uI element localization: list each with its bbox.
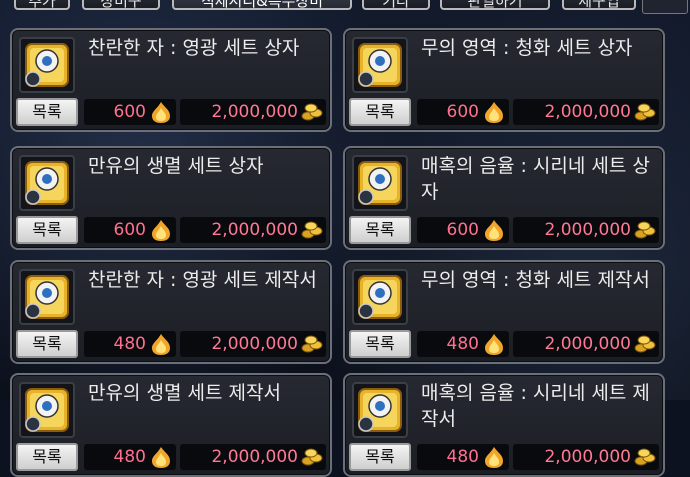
- list-button[interactable]: 목록: [16, 443, 78, 471]
- item-title: 무의 영역 : 청화 세트 상자: [421, 37, 633, 59]
- flame-point-icon: [485, 334, 503, 355]
- coins-price: 2,000,000: [180, 331, 326, 357]
- points-value: 480: [446, 447, 479, 467]
- category-tabs: 추가 장비구 직제시리&특수장비 기타 판열하기 제구입: [0, 0, 690, 14]
- list-button[interactable]: 목록: [16, 98, 78, 126]
- void-realm-recipe-icon: [352, 269, 408, 325]
- shop-item-card[interactable]: 매혹의 음율 : 시리네 세트 상자 목록 600 2,000,000: [343, 146, 665, 250]
- shop-item-card[interactable]: 무의 영역 : 청화 세트 상자 목록 600 2,000,000: [343, 28, 665, 132]
- all-life-set-box-icon: [19, 155, 75, 211]
- coins-icon: [634, 335, 656, 353]
- flame-point-icon: [485, 102, 503, 123]
- list-button[interactable]: 목록: [349, 330, 411, 358]
- coins-price: 2,000,000: [180, 99, 326, 125]
- points-value: 480: [113, 447, 146, 467]
- points-value: 600: [113, 102, 146, 122]
- points-price: 480: [417, 444, 509, 470]
- shop-item-card[interactable]: 만유의 생멸 세트 제작서 목록 480 2,000,000: [10, 373, 332, 477]
- list-button[interactable]: 목록: [349, 216, 411, 244]
- item-title: 찬란한 자 : 영광 세트 제작서: [88, 269, 317, 291]
- points-price: 600: [84, 217, 176, 243]
- shop-item-card[interactable]: 찬란한 자 : 영광 세트 제작서 목록 480 2,000,000: [10, 260, 332, 364]
- all-life-recipe-icon: [19, 382, 75, 438]
- tab-other[interactable]: 기타: [362, 0, 430, 10]
- tab-repurchase[interactable]: 제구입: [562, 0, 636, 10]
- list-button[interactable]: 목록: [349, 98, 411, 126]
- tab-sort[interactable]: 판열하기: [440, 0, 550, 10]
- coins-price: 2,000,000: [180, 217, 326, 243]
- coins-icon: [634, 448, 656, 466]
- coins-price: 2,000,000: [513, 331, 659, 357]
- flame-point-icon: [485, 220, 503, 241]
- tab-add[interactable]: 추가: [14, 0, 70, 10]
- coins-value: 2,000,000: [211, 447, 298, 467]
- points-value: 480: [446, 334, 479, 354]
- list-button[interactable]: 목록: [16, 216, 78, 244]
- points-price: 480: [84, 331, 176, 357]
- points-price: 600: [417, 217, 509, 243]
- points-value: 600: [446, 220, 479, 240]
- points-price: 600: [417, 99, 509, 125]
- coins-price: 2,000,000: [513, 444, 659, 470]
- points-value: 480: [113, 334, 146, 354]
- coins-value: 2,000,000: [211, 102, 298, 122]
- tab-set-special[interactable]: 직제시리&특수장비: [172, 0, 352, 10]
- coins-value: 2,000,000: [544, 102, 631, 122]
- coins-value: 2,000,000: [544, 447, 631, 467]
- void-realm-set-box-icon: [352, 37, 408, 93]
- coins-price: 2,000,000: [513, 99, 659, 125]
- coins-value: 2,000,000: [211, 220, 298, 240]
- siren-melody-set-box-icon: [352, 155, 408, 211]
- coins-price: 2,000,000: [513, 217, 659, 243]
- coins-icon: [301, 103, 323, 121]
- flame-point-icon: [485, 447, 503, 468]
- points-price: 600: [84, 99, 176, 125]
- shop-item-card[interactable]: 무의 영역 : 청화 세트 제작서 목록 480 2,000,000: [343, 260, 665, 364]
- points-price: 480: [84, 444, 176, 470]
- item-title: 매혹의 음율 : 시리네 세트 제작서: [421, 382, 650, 430]
- flame-point-icon: [152, 102, 170, 123]
- points-price: 480: [417, 331, 509, 357]
- siren-melody-recipe-icon: [352, 382, 408, 438]
- flame-point-icon: [152, 447, 170, 468]
- points-value: 600: [446, 102, 479, 122]
- coins-icon: [301, 448, 323, 466]
- coins-icon: [634, 103, 656, 121]
- radiance-recipe-icon: [19, 269, 75, 325]
- item-title: 만유의 생멸 세트 상자: [88, 155, 264, 177]
- flame-point-icon: [152, 334, 170, 355]
- flame-point-icon: [152, 220, 170, 241]
- item-title: 매혹의 음율 : 시리네 세트 상자: [421, 155, 650, 203]
- tab-equipment[interactable]: 장비구: [82, 0, 160, 10]
- corner-ornament: [642, 0, 688, 14]
- item-title: 찬란한 자 : 영광 세트 상자: [88, 37, 300, 59]
- item-title: 무의 영역 : 청화 세트 제작서: [421, 269, 650, 291]
- item-title: 만유의 생멸 세트 제작서: [88, 382, 281, 404]
- coins-value: 2,000,000: [544, 334, 631, 354]
- list-button[interactable]: 목록: [349, 443, 411, 471]
- radiance-set-box-icon: [19, 37, 75, 93]
- list-button[interactable]: 목록: [16, 330, 78, 358]
- points-value: 600: [113, 220, 146, 240]
- coins-price: 2,000,000: [180, 444, 326, 470]
- coins-icon: [301, 221, 323, 239]
- coins-value: 2,000,000: [544, 220, 631, 240]
- coins-icon: [634, 221, 656, 239]
- coins-value: 2,000,000: [211, 334, 298, 354]
- shop-item-card[interactable]: 매혹의 음율 : 시리네 세트 제작서 목록 480 2,000,000: [343, 373, 665, 477]
- coins-icon: [301, 335, 323, 353]
- shop-item-card[interactable]: 만유의 생멸 세트 상자 목록 600 2,000,000: [10, 146, 332, 250]
- shop-item-card[interactable]: 찬란한 자 : 영광 세트 상자 목록 600 2,000,000: [10, 28, 332, 132]
